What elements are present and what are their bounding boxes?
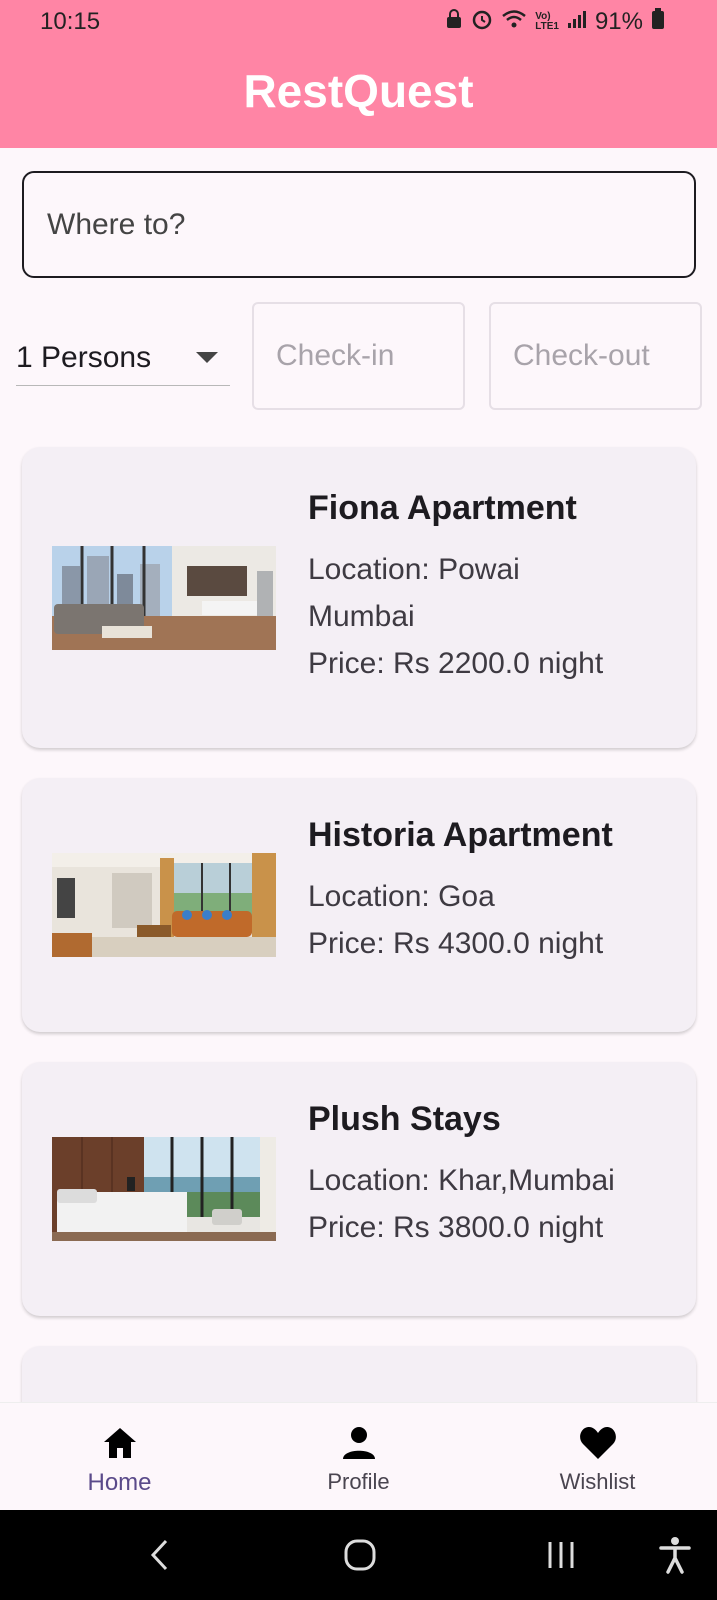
listing-price: Price: Rs 4300.0 night [308,927,604,960]
listing-location: Location: Khar,Mumbai [308,1164,615,1197]
dropdown-arrow-icon [196,352,218,363]
listing-card[interactable]: Plush Stays Location: Khar,Mumbai Price:… [22,1062,696,1316]
listing-title: Plush Stays [308,1100,501,1138]
app-bar: RestQuest [0,44,717,148]
status-icons: Vo) LTE1 91% [445,8,665,36]
listing-info: Fiona Apartment Location: Powai Mumbai P… [308,489,676,687]
person-icon [339,1423,379,1463]
signal-icon [567,9,587,35]
search-input[interactable] [47,207,694,242]
nav-label: Home [87,1469,152,1496]
recents-icon[interactable] [538,1532,584,1578]
home-icon [100,1423,140,1463]
listing-location: Location: Powai [308,553,520,586]
lock-icon [445,9,463,35]
check-in-field[interactable]: Check-in [252,302,465,410]
bottom-navigation: Home Profile Wishlist [0,1402,717,1510]
system-navigation-bar [0,1510,717,1600]
search-field[interactable] [22,171,696,278]
listing-title: Historia Apartment [308,816,613,854]
listing-title: Fiona Apartment [308,489,577,527]
persons-dropdown[interactable]: 1 Persons [16,330,230,386]
persons-value: 1 Persons [16,340,152,374]
listing-price: Price: Rs 2200.0 night [308,647,604,680]
check-out-field[interactable]: Check-out [489,302,702,410]
wifi-icon [501,9,527,35]
listing-card[interactable]: Fiona Apartment Location: Powai Mumbai P… [22,447,696,748]
listing-card[interactable]: Historia Apartment Location: Goa Price: … [22,778,696,1032]
home-circle-icon[interactable] [337,1532,383,1578]
listing-info: Plush Stays Location: Khar,Mumbai Price:… [308,1100,676,1251]
nav-profile[interactable]: Profile [239,1403,478,1510]
heart-icon [578,1423,618,1463]
battery-icon [651,8,665,36]
battery-percent: 91% [594,8,643,35]
listing-info: Historia Apartment Location: Goa Price: … [308,816,676,967]
listing-image [52,853,276,957]
nav-wishlist[interactable]: Wishlist [478,1403,717,1510]
listing-image [52,546,276,650]
nav-label: Profile [327,1469,390,1494]
alarm-icon [471,8,493,36]
nav-home[interactable]: Home [0,1403,239,1510]
listing-price: Price: Rs 3800.0 night [308,1211,604,1244]
listing-location: Location: Goa [308,880,495,913]
status-time: 10:15 [40,8,101,35]
back-icon[interactable] [137,1532,183,1578]
status-bar: 10:15 Vo) LTE1 91% [0,0,717,44]
listing-location-cont: Mumbai [308,600,415,633]
lte-icon: Vo) LTE1 [535,11,559,32]
accessibility-icon[interactable] [652,1532,698,1578]
app-title: RestQuest [243,65,474,117]
nav-label: Wishlist [559,1469,636,1494]
listing-image [52,1137,276,1241]
